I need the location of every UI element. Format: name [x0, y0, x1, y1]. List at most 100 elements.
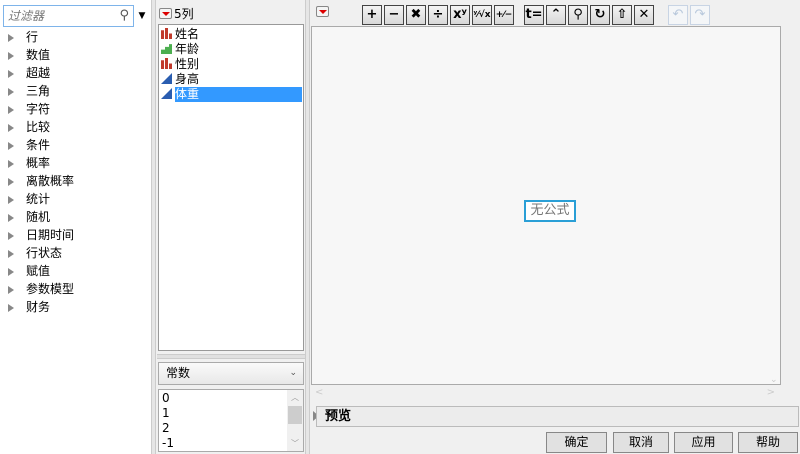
scroll-down-icon[interactable]: ﹀: [291, 438, 299, 449]
column-item[interactable]: 性别: [161, 57, 302, 72]
splitter[interactable]: [305, 0, 310, 454]
column-item[interactable]: 姓名: [161, 27, 302, 42]
category-item[interactable]: 数值: [8, 46, 50, 64]
expand-icon[interactable]: [8, 213, 14, 222]
column-item[interactable]: 年龄: [161, 42, 302, 57]
constant-item[interactable]: 2: [162, 421, 170, 436]
search-icon[interactable]: ⚲: [119, 8, 129, 23]
expand-icon[interactable]: [8, 231, 14, 240]
multiply-button[interactable]: ✖: [406, 5, 426, 25]
category-item[interactable]: 行状态: [8, 244, 62, 262]
local-button[interactable]: ⚲: [568, 5, 588, 25]
category-item[interactable]: 条件: [8, 136, 50, 154]
root-button[interactable]: ʸ⁄√x: [472, 5, 492, 25]
expand-icon[interactable]: [8, 249, 14, 258]
constants-dropdown-value: 常数: [166, 366, 191, 380]
scroll-down-icon[interactable]: ⌄: [770, 375, 778, 385]
category-item[interactable]: 随机: [8, 208, 50, 226]
horizontal-scrollbar[interactable]: < >: [311, 387, 781, 401]
constants-dropdown[interactable]: 常数 ⌄: [158, 362, 304, 385]
column-item[interactable]: 身高: [161, 72, 302, 87]
preview-section[interactable]: 预览: [316, 406, 799, 427]
assign-button[interactable]: t=: [524, 5, 544, 25]
negate-button[interactable]: +⁄−: [494, 5, 514, 25]
category-item[interactable]: 超越: [8, 64, 50, 82]
category-label: 日期时间: [26, 228, 75, 242]
apply-button[interactable]: 应用: [674, 432, 733, 453]
ordinal-column-icon: [161, 44, 172, 54]
expand-icon[interactable]: [8, 105, 14, 114]
category-item[interactable]: 三角: [8, 82, 50, 100]
category-item[interactable]: 概率: [8, 154, 50, 172]
expand-icon[interactable]: [8, 159, 14, 168]
expand-icon[interactable]: [8, 123, 14, 132]
empty-formula-box[interactable]: 无公式: [524, 200, 576, 222]
splitter[interactable]: [151, 0, 156, 454]
category-item[interactable]: 统计: [8, 190, 50, 208]
scroll-thumb[interactable]: [288, 406, 302, 424]
category-item[interactable]: 财务: [8, 298, 50, 316]
expand-icon[interactable]: [8, 69, 14, 78]
continuous-column-icon: [161, 88, 172, 99]
category-item[interactable]: 离散概率: [8, 172, 74, 190]
operator-toolbar: + − ✖ ÷ xʸ ʸ⁄√x +⁄− t= ⌃ ⚲ ↻ ⇧ ✕ ↶ ↷: [362, 5, 712, 27]
formula-menu-icon[interactable]: [316, 6, 329, 17]
category-label: 行: [26, 30, 39, 44]
columns-menu-icon[interactable]: [159, 8, 172, 19]
filter-dropdown-button[interactable]: ▼: [134, 5, 150, 27]
category-item[interactable]: 日期时间: [8, 226, 74, 244]
column-name: 身高: [175, 72, 200, 86]
category-label: 概率: [26, 156, 51, 170]
nominal-column-icon: [161, 28, 172, 39]
expand-icon[interactable]: [8, 33, 14, 42]
expand-icon[interactable]: [8, 141, 14, 150]
constants-scrollbar[interactable]: ︿ ﹀: [287, 390, 303, 451]
power-button[interactable]: xʸ: [450, 5, 470, 25]
column-name: 姓名: [175, 27, 200, 41]
divide-button[interactable]: ÷: [428, 5, 448, 25]
expand-icon[interactable]: [8, 303, 14, 312]
chevron-down-icon: ⌄: [289, 368, 297, 378]
category-item[interactable]: 参数模型: [8, 280, 74, 298]
splitter[interactable]: [157, 354, 305, 359]
constant-item[interactable]: 1: [162, 406, 170, 421]
column-name: 体重: [175, 87, 302, 102]
undo-button[interactable]: ↶: [668, 5, 688, 25]
expand-icon[interactable]: [8, 87, 14, 96]
filter-input[interactable]: [4, 6, 104, 26]
category-item[interactable]: 赋值: [8, 262, 50, 280]
column-list: 姓名 年龄 性别 身高 体重: [158, 24, 304, 351]
constant-item[interactable]: -1: [162, 436, 174, 451]
constant-item[interactable]: 0: [162, 391, 170, 406]
promote-button[interactable]: ⇧: [612, 5, 632, 25]
cancel-button[interactable]: 取消: [613, 432, 669, 453]
iterate-button[interactable]: ↻: [590, 5, 610, 25]
category-item[interactable]: 行: [8, 28, 38, 46]
expand-icon[interactable]: [8, 267, 14, 276]
category-item[interactable]: 字符: [8, 100, 50, 118]
raise-button[interactable]: ⌃: [546, 5, 566, 25]
expand-icon[interactable]: [8, 195, 14, 204]
subtract-button[interactable]: −: [384, 5, 404, 25]
expand-icon[interactable]: [8, 51, 14, 60]
category-label: 比较: [26, 120, 51, 134]
scroll-left-icon[interactable]: <: [315, 387, 323, 398]
category-item[interactable]: 比较: [8, 118, 50, 136]
redo-button[interactable]: ↷: [690, 5, 710, 25]
column-item[interactable]: 体重: [161, 87, 302, 102]
filter-box[interactable]: ⚲: [3, 5, 134, 27]
expand-icon[interactable]: [8, 177, 14, 186]
help-button[interactable]: 帮助: [738, 432, 798, 453]
scroll-right-icon[interactable]: >: [767, 387, 775, 398]
category-label: 统计: [26, 192, 51, 206]
expand-icon[interactable]: [8, 285, 14, 294]
category-label: 条件: [26, 138, 51, 152]
category-label: 数值: [26, 48, 51, 62]
ok-button[interactable]: 确定: [546, 432, 607, 453]
scroll-up-icon[interactable]: ︿: [291, 392, 299, 403]
category-label: 随机: [26, 210, 51, 224]
column-name: 年龄: [175, 42, 200, 56]
add-button[interactable]: +: [362, 5, 382, 25]
delete-button[interactable]: ✕: [634, 5, 654, 25]
category-label: 离散概率: [26, 174, 75, 188]
